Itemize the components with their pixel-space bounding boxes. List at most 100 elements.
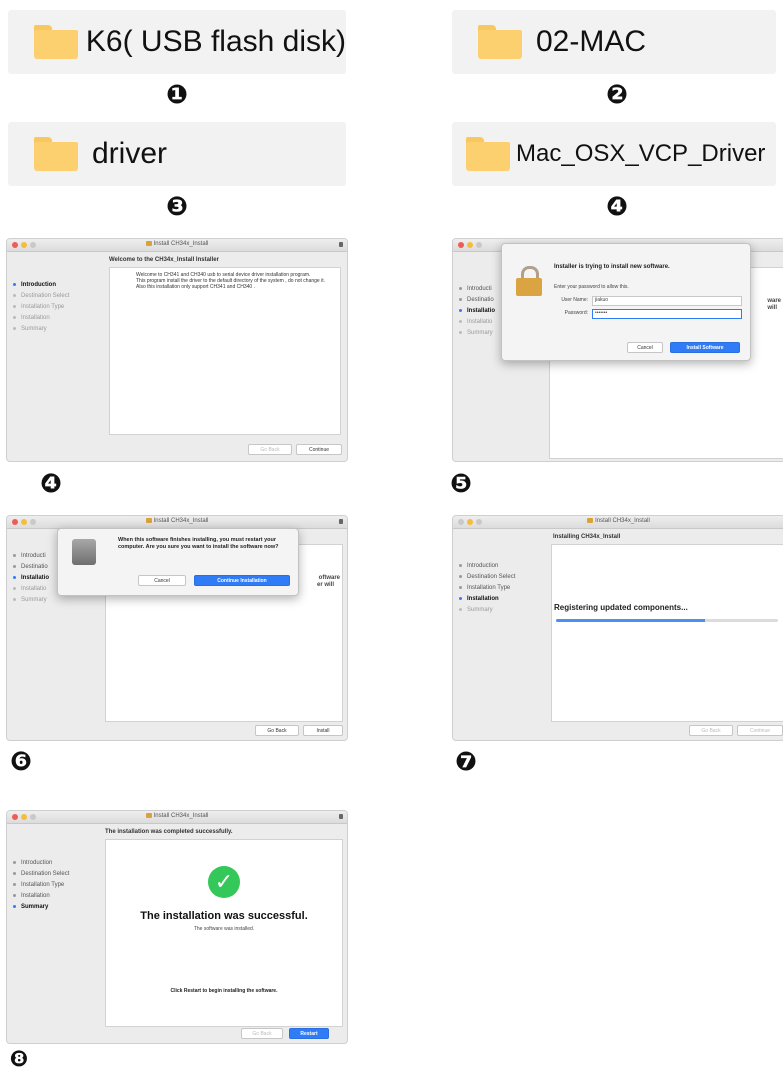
sidebar-item-destination: Destination Select <box>459 571 539 582</box>
go-back-button[interactable]: Go Back <box>248 444 292 455</box>
sidebar-item-summary: Summary <box>13 323 93 334</box>
package-icon <box>587 518 594 523</box>
sidebar: Introduction Destination Select Installa… <box>13 857 93 912</box>
installer-window-installing: Install CH34x_Install Installing CH34x_I… <box>452 515 783 741</box>
sidebar-item-introduction: Introduction <box>13 857 93 868</box>
window-title: Install CH34x_Install <box>153 241 209 248</box>
folder-icon <box>34 25 78 59</box>
minimize-icon[interactable] <box>467 242 473 248</box>
dialog-subtitle: Enter your password to allow this. <box>554 284 629 290</box>
step-number: ❹ <box>40 467 63 498</box>
sidebar-item-installation: Installatio <box>13 572 59 583</box>
auth-dialog: Installer is trying to install new softw… <box>501 243 751 361</box>
continue-button[interactable]: Continue <box>296 444 342 455</box>
content-pane: ✓ The installation was successful. The s… <box>105 839 343 1027</box>
user-name-label: User Name: <box>561 297 588 303</box>
installer-window-introduction: Install CH34x_Install Welcome to the CH3… <box>6 238 348 462</box>
sidebar: Introduction Destination Select Installa… <box>13 279 93 334</box>
sidebar-item-type: Installation Type <box>13 301 93 312</box>
intro-text: Also this installation only support CH34… <box>136 284 255 290</box>
folder-label: 02-MAC <box>536 25 647 58</box>
go-back-button[interactable]: Go Back <box>255 725 299 736</box>
lock-icon <box>516 266 542 296</box>
package-icon <box>145 241 152 246</box>
step-number: ❷ <box>606 78 629 109</box>
go-back-button[interactable]: Go Back <box>241 1028 283 1039</box>
sidebar-item-installation: Installation <box>13 312 93 323</box>
zoom-icon[interactable] <box>476 242 482 248</box>
password-field[interactable]: ••••••• <box>592 309 742 319</box>
progress-track <box>556 619 778 622</box>
pane-heading: The installation was completed successfu… <box>105 829 233 835</box>
sidebar-item-type: Installation Type <box>459 582 539 593</box>
pane-peek-text: ware <box>767 298 781 304</box>
folder-tile-usb[interactable]: K6( USB flash disk) <box>8 10 346 74</box>
installer-disk-icon <box>72 539 96 565</box>
folder-label: Mac_OSX_VCP_Driver <box>516 140 766 167</box>
sidebar-item-type: Installation Type <box>13 879 93 890</box>
window-title: Install CH34x_Install <box>153 813 209 820</box>
pane-peek-text: er will <box>316 582 334 588</box>
pane-heading: Welcome to the CH34x_Install Installer <box>109 257 219 263</box>
cancel-button[interactable]: Cancel <box>138 575 186 586</box>
step-number: ❽ <box>9 1046 29 1071</box>
install-software-button[interactable]: Install Software <box>670 342 740 353</box>
close-icon[interactable] <box>458 242 464 248</box>
window-title: Install CH34x_Install <box>153 518 209 525</box>
lock-icon <box>339 519 343 524</box>
install-status: Registering updated components... <box>554 603 688 612</box>
success-subtitle: The software was installed. <box>193 926 255 932</box>
restart-message: Click Restart to begin installing the so… <box>170 988 278 994</box>
go-back-button[interactable]: Go Back <box>689 725 733 736</box>
dialog-message: When this software finishes installing, … <box>118 537 279 550</box>
pane-peek-text: will <box>767 305 777 311</box>
continue-button[interactable]: Continue <box>737 725 783 736</box>
folder-icon <box>34 137 78 171</box>
sidebar-item-introduction: Introducti <box>13 550 59 561</box>
sidebar-item-destination: Destination Select <box>13 290 93 301</box>
sidebar-item-summary: Summary <box>459 604 539 615</box>
package-icon <box>145 813 152 818</box>
folder-tile-driver[interactable]: driver <box>8 122 346 186</box>
sidebar-item-destination: Destinatio <box>13 561 59 572</box>
content-pane: Welcome to CH341 and CH340 usb to serial… <box>109 267 341 435</box>
success-title: The installation was successful. <box>140 910 308 922</box>
folder-label: K6( USB flash disk) <box>85 25 346 58</box>
installer-window-confirm: Install CH34x_Install Introducti Destina… <box>6 515 348 741</box>
content-pane: Registering updated components... <box>551 544 783 722</box>
step-number: ❺ <box>450 467 473 498</box>
folder-label: driver <box>92 137 168 170</box>
restart-button[interactable]: Restart <box>289 1028 329 1039</box>
sidebar-item-summary: Summary <box>13 594 59 605</box>
folder-tile-mac[interactable]: 02-MAC <box>452 10 776 74</box>
lock-icon <box>339 242 343 247</box>
window-title: Install CH34x_Install <box>595 518 650 525</box>
checkmark-icon: ✓ <box>208 866 240 898</box>
folder-tile-vcp-driver[interactable]: Mac_OSX_VCP_Driver <box>452 122 776 186</box>
step-number: ❶ <box>166 78 189 109</box>
progress-bar-fill <box>556 619 705 622</box>
sidebar-item-introduction: Introduction <box>459 560 539 571</box>
lock-icon <box>339 814 343 819</box>
title-bar: Install CH34x_Install <box>7 239 347 252</box>
installer-window-summary: Install CH34x_Install The installation w… <box>6 810 348 1044</box>
step-number: ❹ <box>606 190 629 221</box>
step-number: ❸ <box>166 190 189 221</box>
dialog-title: Installer is trying to install new softw… <box>554 264 670 270</box>
folder-icon <box>478 25 522 59</box>
sidebar: Introducti Destinatio Installatio Instal… <box>13 550 59 605</box>
title-bar: Install CH34x_Install <box>453 516 783 529</box>
continue-installation-button[interactable]: Continue Installation <box>194 575 290 586</box>
cancel-button[interactable]: Cancel <box>627 342 663 353</box>
sidebar-item-summary: Summary <box>13 901 93 912</box>
user-name-field[interactable]: jiakuo <box>592 296 742 306</box>
folder-icon <box>466 137 510 171</box>
pane-peek-text: oftware <box>318 575 340 581</box>
confirm-dialog: When this software finishes installing, … <box>57 528 299 596</box>
sidebar-item-destination: Destination Select <box>13 868 93 879</box>
title-bar: Install CH34x_Install <box>7 811 347 824</box>
sidebar-item-installation: Installation <box>459 593 539 604</box>
install-button[interactable]: Install <box>303 725 343 736</box>
pane-heading: Installing CH34x_Install <box>553 534 621 540</box>
installer-window-auth: Introducti Destinatio Installatio Instal… <box>452 238 783 462</box>
